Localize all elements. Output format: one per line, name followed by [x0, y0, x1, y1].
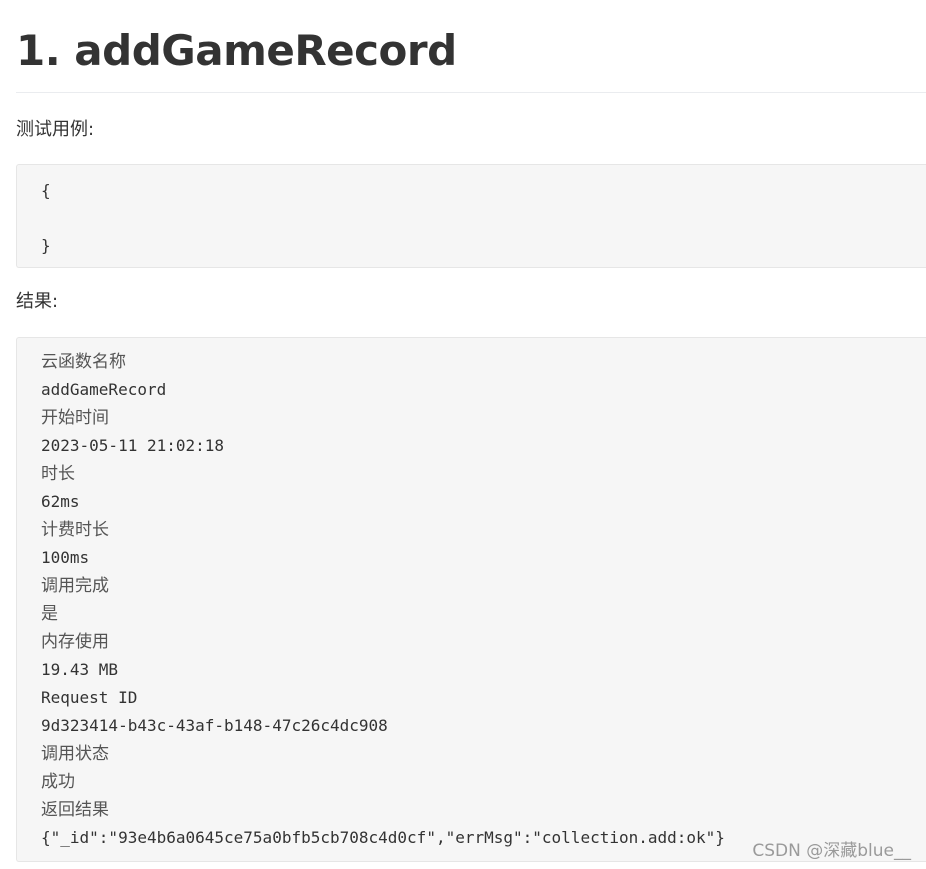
billed-duration-label: 计费时长 [41, 520, 109, 540]
memory-usage-value: 19.43 MB [41, 660, 119, 679]
invoke-complete-label: 调用完成 [41, 576, 109, 596]
request-id-label: Request ID [41, 688, 138, 707]
heading-divider [16, 92, 926, 93]
function-name-label: 云函数名称 [41, 352, 126, 372]
start-time-value: 2023-05-11 21:02:18 [41, 436, 225, 455]
test-case-label: 测试用例: [16, 119, 95, 140]
billed-duration-value: 100ms [41, 548, 90, 567]
csdn-watermark: CSDN @深藏blue__ [752, 841, 911, 861]
test-case-code-block: { } [16, 164, 926, 268]
duration-label: 时长 [41, 464, 75, 484]
duration-value: 62ms [41, 492, 80, 511]
page-title: 1. addGameRecord [16, 26, 457, 75]
result-label: 结果: [16, 291, 59, 312]
code-close-brace: } [41, 236, 51, 255]
result-code-block: 云函数名称 addGameRecord 开始时间 2023-05-11 21:0… [16, 337, 926, 862]
invoke-status-value: 成功 [41, 772, 75, 792]
return-result-value: {"_id":"93e4b6a0645ce75a0bfb5cb708c4d0cf… [41, 828, 725, 847]
invoke-complete-value: 是 [41, 604, 58, 624]
start-time-label: 开始时间 [41, 408, 109, 428]
memory-usage-label: 内存使用 [41, 632, 109, 652]
request-id-value: 9d323414-b43c-43af-b148-47c26c4dc908 [41, 716, 388, 735]
code-open-brace: { [41, 181, 51, 200]
return-result-label: 返回结果 [41, 800, 109, 820]
function-name-value: addGameRecord [41, 380, 167, 399]
invoke-status-label: 调用状态 [41, 744, 109, 764]
